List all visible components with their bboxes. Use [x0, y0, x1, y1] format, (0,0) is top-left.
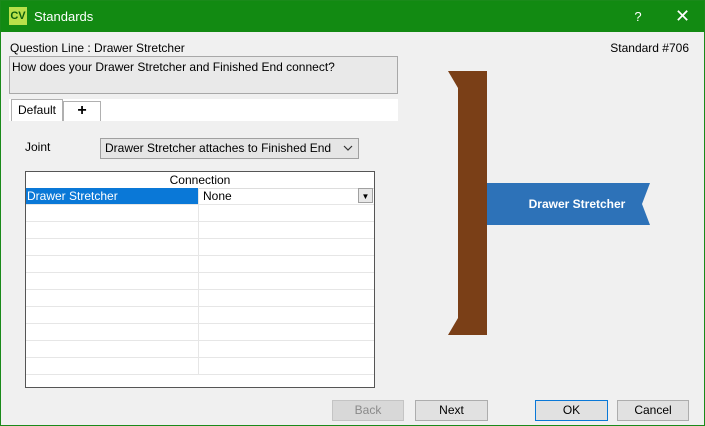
table-row: [26, 222, 374, 239]
connection-part-cell[interactable]: Drawer Stretcher: [26, 188, 199, 204]
table-row: [26, 205, 374, 222]
next-button[interactable]: Next: [415, 400, 488, 421]
joint-dropdown-value: Drawer Stretcher attaches to Finished En…: [105, 141, 332, 155]
add-tab-button[interactable]: +: [63, 101, 101, 121]
connection-value: None: [203, 189, 232, 203]
table-row: [26, 273, 374, 290]
table-row: [26, 358, 374, 375]
cancel-button[interactable]: Cancel: [617, 400, 689, 421]
connection-column-header: Connection: [26, 172, 374, 189]
joint-label: Joint: [25, 140, 51, 154]
finished-end-panel: [448, 71, 487, 335]
standard-number: Standard #706: [610, 41, 689, 55]
table-row[interactable]: Drawer Stretcher None ▼: [26, 188, 374, 205]
window-title: Standards: [34, 9, 94, 24]
dropdown-arrow-icon[interactable]: ▼: [358, 188, 373, 203]
ok-button[interactable]: OK: [535, 400, 608, 421]
chevron-down-icon: [343, 145, 353, 151]
title-bar: CV Standards ? ✕: [1, 1, 704, 32]
joint-diagram: Drawer Stretcher: [448, 71, 650, 335]
question-text-box: How does your Drawer Stretcher and Finis…: [9, 56, 398, 94]
standards-dialog: CV Standards ? ✕ Question Line : Drawer …: [0, 0, 705, 426]
tab-default[interactable]: Default: [11, 99, 63, 121]
help-button[interactable]: ?: [621, 1, 655, 32]
connection-value-cell[interactable]: None ▼: [200, 188, 374, 204]
drawer-stretcher-label: Drawer Stretcher: [529, 197, 626, 211]
table-row: [26, 324, 374, 341]
back-button[interactable]: Back: [332, 400, 404, 421]
close-button[interactable]: ✕: [661, 1, 704, 32]
table-row: [26, 256, 374, 273]
tab-strip: Default +: [9, 99, 398, 121]
app-logo-icon: CV: [9, 7, 27, 25]
joint-dropdown[interactable]: Drawer Stretcher attaches to Finished En…: [100, 138, 359, 159]
connection-grid: Connection Drawer Stretcher None ▼: [25, 171, 375, 388]
table-row: [26, 239, 374, 256]
question-line-label: Question Line : Drawer Stretcher: [10, 41, 185, 55]
table-row: [26, 290, 374, 307]
table-row: [26, 341, 374, 358]
table-row: [26, 307, 374, 324]
